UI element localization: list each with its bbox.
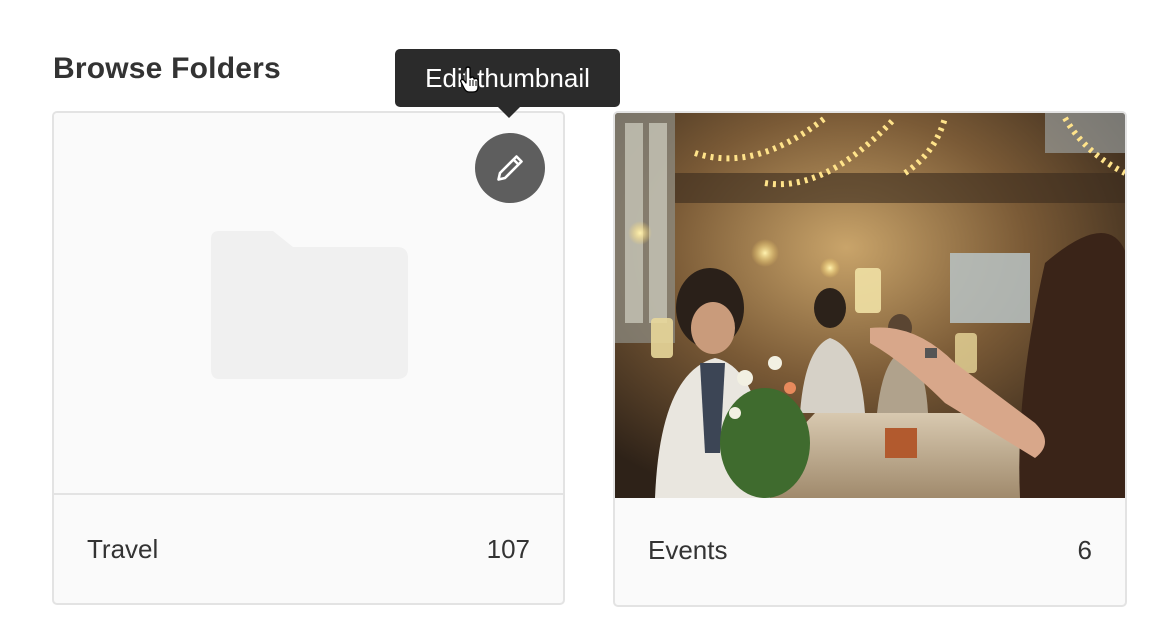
edit-thumbnail-tooltip: Edit thumbnail xyxy=(395,49,620,107)
folder-item-count: 107 xyxy=(486,533,530,564)
folder-footer: Travel 107 xyxy=(54,495,563,603)
hand-pointer-cursor-icon xyxy=(460,66,479,93)
folder-placeholder-icon xyxy=(211,231,408,379)
section-title: Browse Folders xyxy=(53,52,281,85)
pencil-icon xyxy=(497,155,523,181)
tooltip-arrow xyxy=(497,106,521,118)
edit-thumbnail-button[interactable] xyxy=(475,133,545,203)
folder-thumbnail[interactable] xyxy=(54,113,563,495)
folder-card-events[interactable]: Events 6 xyxy=(613,111,1127,607)
folder-name: Events xyxy=(648,535,728,565)
folder-card-travel[interactable]: Travel 107 xyxy=(52,111,565,605)
party-celebration-photo xyxy=(615,113,1125,498)
folder-thumbnail-photo[interactable] xyxy=(615,113,1125,498)
folder-name: Travel xyxy=(87,533,159,564)
folder-item-count: 6 xyxy=(1077,535,1092,565)
folder-footer: Events 6 xyxy=(615,496,1125,605)
browse-folders-page: Browse Folders Travel 107 Events 6 Edit … xyxy=(0,0,1164,633)
